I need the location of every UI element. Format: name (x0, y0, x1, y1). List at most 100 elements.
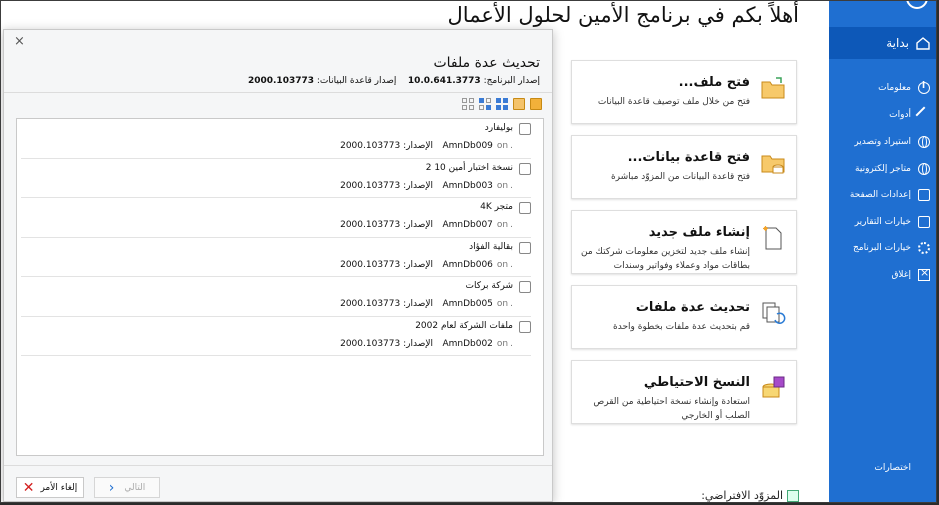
gear-icon (918, 242, 930, 254)
sidebar-item-online-stores[interactable]: متاجر إلكترونية (829, 158, 936, 180)
db-code: AmnDb005 (442, 299, 493, 309)
tools-icon (915, 106, 933, 124)
row-checkbox[interactable] (519, 320, 531, 333)
db-code: AmnDb002 (442, 338, 493, 349)
dialog-title: تحديث عدة ملفات (433, 55, 540, 71)
default-provider: المزوّد الافتراضي: (701, 489, 799, 502)
sidebar-item-label: خيارات البرنامج (852, 243, 911, 253)
folder-open-icon (761, 77, 785, 99)
db-meta: .onAmnDb006 (442, 259, 513, 270)
card-open-file[interactable]: فتح ملف... فتح من خلال ملف توصيف قاعدة ا… (571, 60, 797, 124)
db-meta: .onAmnDb007 (442, 220, 513, 230)
provider-icon (787, 489, 799, 502)
version-value: 2000.103773 (340, 299, 401, 309)
next-button[interactable]: التالي ‹ (94, 477, 160, 498)
db-on: on (496, 299, 509, 309)
sidebar-item-program-options[interactable]: خيارات البرنامج (829, 237, 936, 259)
list-item: بوليفارد .onAmnDb009 الإصدار: 2000.10377… (21, 119, 531, 159)
open-folder-icon[interactable] (530, 98, 542, 110)
close-icon[interactable]: × (14, 34, 25, 49)
import-export-icon (918, 136, 930, 148)
db-code: AmnDb006 (442, 259, 493, 270)
version-label: الإصدار: (403, 141, 433, 151)
list-item: نسخة اختبار أمين 10 2 .onAmnDb003 الإصدا… (21, 159, 531, 198)
version-info: إصدار البرنامج: 10.0.641.3773 إصدار قاعد… (248, 76, 540, 86)
update-files-dialog: × تحديث عدة ملفات إصدار البرنامج: 10.0.6… (3, 29, 553, 502)
sidebar-item-info[interactable]: معلومات (829, 77, 936, 99)
db-name: بقالية الفؤاد (469, 241, 513, 252)
sidebar-item-label: معلومات (878, 83, 911, 93)
update-files-icon (762, 302, 786, 324)
list-item: بقالية الفؤاد .onAmnDb006 الإصدار: 2000.… (21, 238, 531, 277)
sidebar-item-tools[interactable]: أدوات (829, 104, 936, 126)
default-provider-label: المزوّد الافتراضي: (701, 489, 783, 502)
next-label: التالي (124, 482, 146, 493)
database-list: بوليفارد .onAmnDb009 الإصدار: 2000.10377… (16, 118, 544, 456)
folder-database-icon (761, 155, 785, 174)
sidebar-item-label: إغلاق (891, 270, 911, 280)
row-checkbox[interactable] (519, 281, 531, 293)
card-desc: استعادة وإنشاء نسخة احتياطية من القرص ال… (593, 397, 750, 421)
db-version: الإصدار: 2000.103773 (340, 299, 433, 309)
sidebar-item-label: اختصارات (874, 463, 911, 473)
db-on: on (496, 259, 509, 270)
sidebar-item-label: بداية (886, 36, 909, 50)
db-on: on (496, 220, 509, 230)
card-new-file[interactable]: إنشاء ملف جديد إنشاء ملف جديد لتخزين معل… (571, 210, 797, 274)
version-value: 2000.103773 (340, 180, 401, 191)
db-on: on (496, 141, 509, 151)
page-settings-icon (918, 189, 930, 201)
back-icon[interactable] (906, 1, 928, 9)
home-icon (916, 36, 930, 50)
card-update-files[interactable]: تحديث عدة ملفات قم بتحديث عدة ملفات بخطو… (571, 285, 797, 349)
sidebar: بداية معلومات أدوات استيراد وتصدير متاجر… (829, 1, 936, 502)
db-version: الإصدار: 2000.103773 (340, 339, 433, 349)
list-item: شركة بركات .onAmnDb005 الإصدار: 2000.103… (21, 277, 531, 317)
db-code: AmnDb007 (442, 220, 493, 230)
card-backup[interactable]: النسخ الاحتياطي استعادة وإنشاء نسخة احتي… (571, 360, 797, 424)
sidebar-item-shortcuts[interactable]: اختصارات (829, 457, 936, 479)
cancel-icon: ✕ (22, 479, 35, 496)
sidebar-item-label: خيارات التقارير (854, 217, 911, 227)
sidebar-item-label: استيراد وتصدير (854, 137, 911, 147)
row-checkbox[interactable] (519, 241, 531, 254)
sidebar-item-import-export[interactable]: استيراد وتصدير (829, 131, 936, 153)
list-item: متجر 4K .onAmnDb007 الإصدار: 2000.103773 (21, 198, 531, 238)
version-label: الإصدار: (403, 220, 433, 230)
row-checkbox[interactable] (519, 123, 531, 135)
db-version: الإصدار: 2000.103773 (340, 141, 433, 151)
db-version-label: إصدار قاعدة البيانات: (316, 76, 397, 86)
backup-icon (762, 376, 785, 398)
sidebar-item-label: إعدادات الصفحة (849, 190, 911, 200)
version-label: الإصدار: (403, 299, 433, 309)
sidebar-item-start[interactable]: بداية (829, 27, 936, 59)
card-title: تحديث عدة ملفات (635, 300, 750, 315)
db-meta: .onAmnDb005 (442, 299, 513, 309)
card-title: النسخ الاحتياطي (643, 375, 750, 390)
welcome-title: أهلاً بكم في برنامج الأمين لحلول الأعمال (447, 3, 799, 27)
action-cards: فتح ملف... فتح من خلال ملف توصيف قاعدة ا… (571, 60, 797, 435)
row-checkbox[interactable] (519, 162, 531, 175)
sidebar-item-close[interactable]: إغلاق (829, 264, 936, 286)
row-checkbox[interactable] (519, 202, 531, 214)
sidebar-item-page-settings[interactable]: إعدادات الصفحة (829, 184, 936, 206)
version-value: 2000.103773 (340, 259, 401, 270)
sidebar-item-label: أدوات (889, 110, 911, 120)
select-all-icon[interactable] (496, 98, 508, 110)
sidebar-item-report-options[interactable]: خيارات التقارير (829, 211, 936, 233)
card-title: فتح قاعدة بيانات... (627, 150, 750, 165)
cancel-button[interactable]: إلغاء الأمر ✕ (16, 477, 84, 498)
exit-icon (918, 266, 930, 281)
version-label: الإصدار: (403, 338, 433, 349)
card-title: فتح ملف... (678, 75, 750, 90)
db-name: نسخة اختبار أمين 10 2 (425, 162, 513, 173)
info-icon (918, 81, 930, 94)
select-some-icon[interactable] (479, 98, 491, 110)
card-open-database[interactable]: فتح قاعدة بيانات... فتح قاعدة البيانات م… (571, 135, 797, 199)
version-value: 2000.103773 (340, 141, 401, 151)
db-name: بوليفارد (484, 123, 513, 133)
deselect-all-icon[interactable] (462, 98, 474, 110)
sidebar-item-label: متاجر إلكترونية (855, 164, 911, 174)
add-folder-icon[interactable] (513, 98, 525, 110)
version-label: الإصدار: (403, 180, 433, 191)
